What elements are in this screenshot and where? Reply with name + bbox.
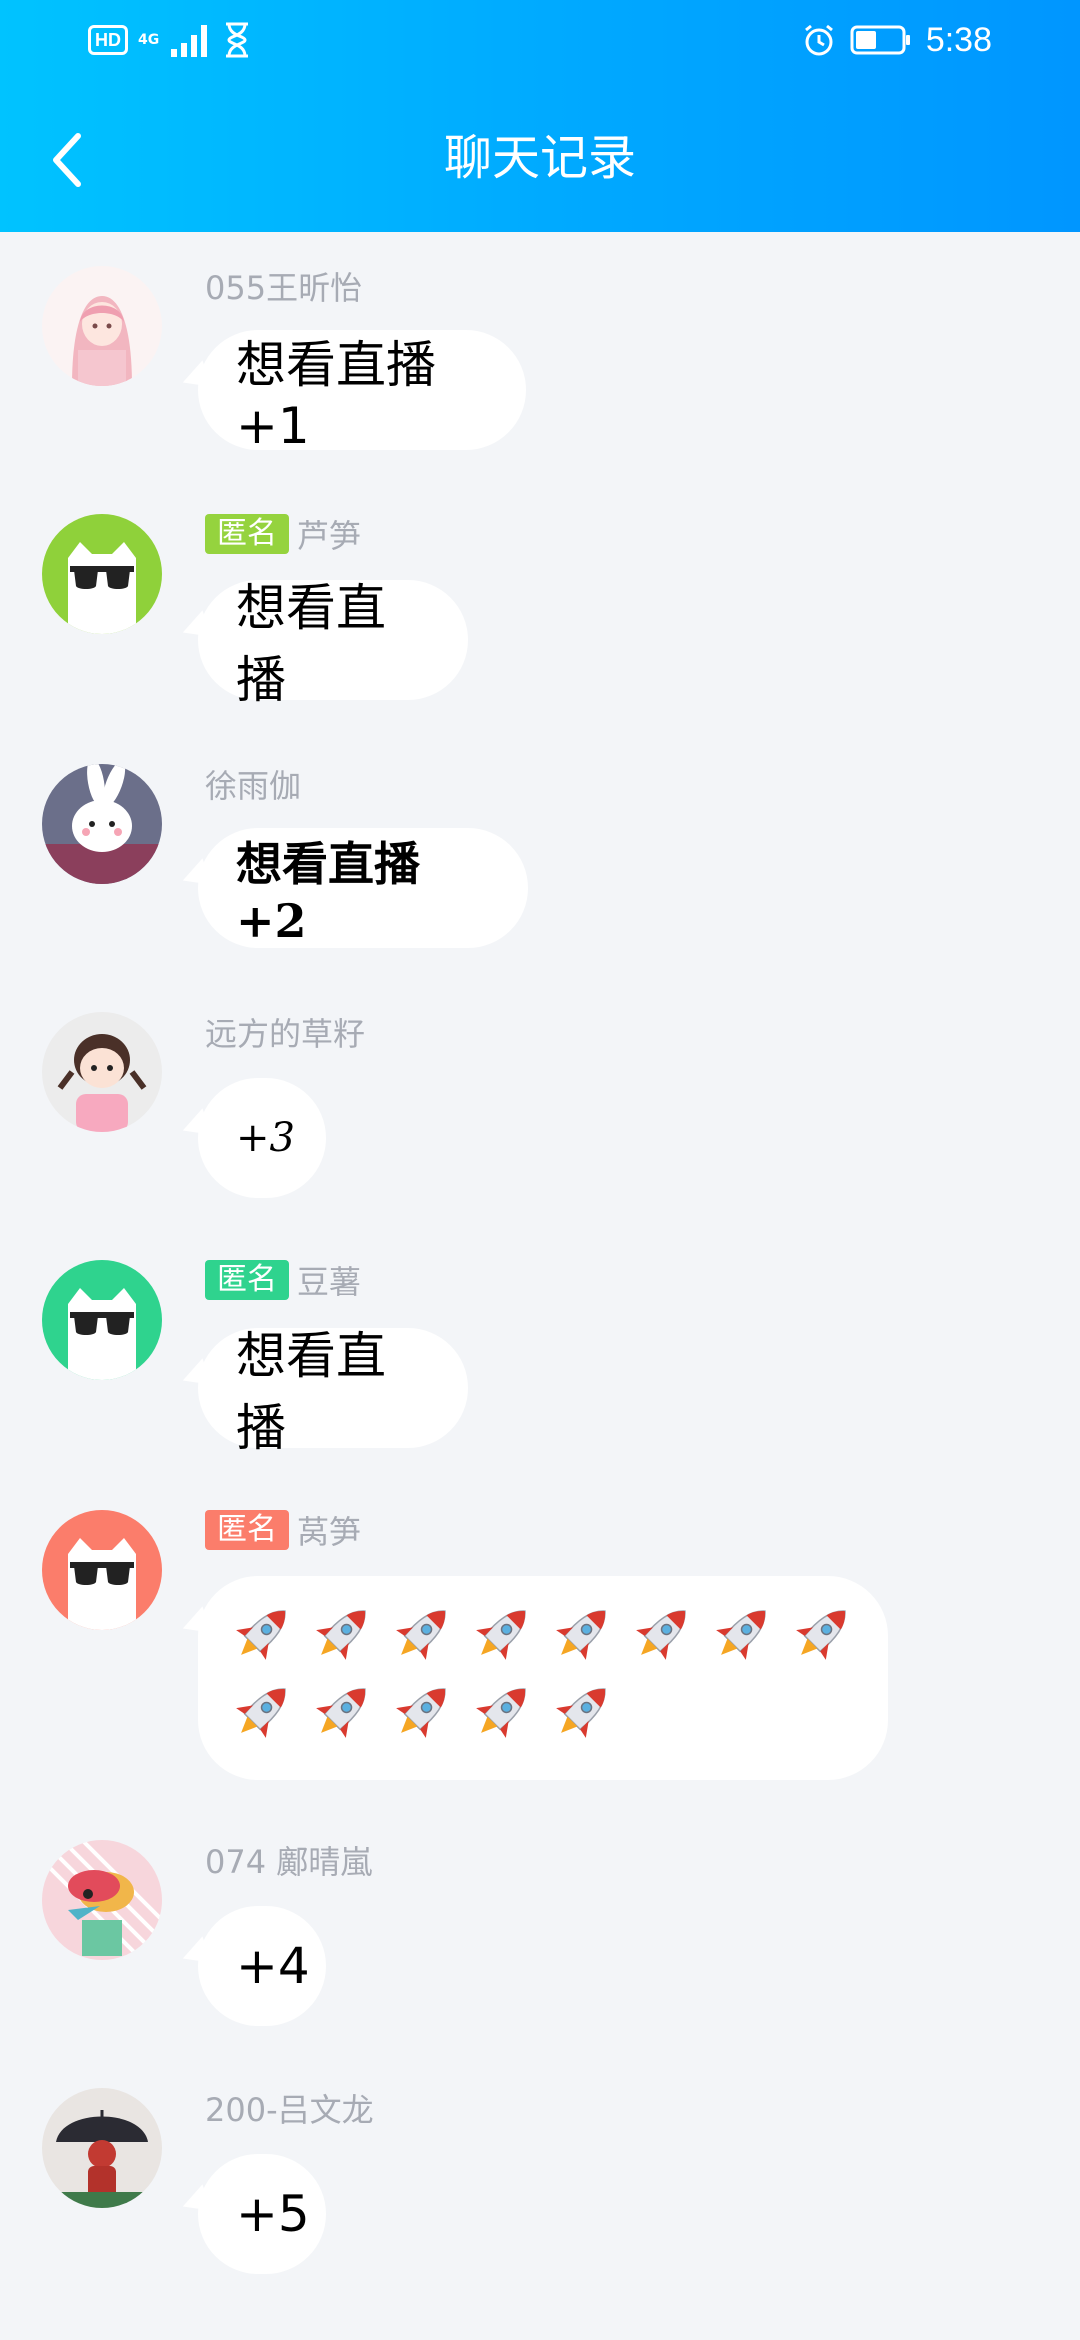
sender-name: 远方的草籽 (205, 1012, 366, 1053)
rocket-icon (236, 1688, 286, 1738)
page-title: 聊天记录 (443, 130, 636, 186)
message-bubble[interactable]: 想看直播 (198, 579, 468, 709)
avatar[interactable] (42, 764, 162, 884)
message-text: +4 (236, 1937, 310, 1995)
avatar[interactable] (42, 1840, 162, 1960)
rocket-icon (716, 1610, 766, 1660)
astronaut-umbrella-avatar (42, 2088, 162, 2208)
status-left: HD 4G (88, 18, 251, 62)
anonymous-badge: 匿名 (205, 1260, 289, 1300)
network-label: 4G (138, 32, 160, 48)
avatar[interactable] (42, 2088, 162, 2208)
message-bubble[interactable]: +3 (198, 1078, 326, 1198)
rocket-icon (556, 1688, 606, 1738)
girl-illustration-avatar (42, 266, 162, 386)
message-text: 想看直播 (236, 1327, 386, 1457)
network-type: 4G (138, 32, 159, 48)
rocket-icon (316, 1610, 366, 1660)
cartoon-duck-avatar (42, 1840, 162, 1960)
rocket-icon (316, 1688, 366, 1738)
sender-label: 远方的草籽 (205, 1015, 366, 1053)
message-text: 想看直播 (236, 579, 386, 709)
hourglass-icon (226, 22, 249, 58)
message-text: 想看直播+1 (236, 336, 436, 455)
sender-label: 徐雨伽 (205, 767, 302, 805)
sender-name: 匿名 莴笋 (205, 1510, 362, 1551)
sender-name: 055王昕怡 (205, 266, 363, 307)
status-bar: HD 4G 5:38 (0, 0, 1080, 80)
rocket-icon (396, 1688, 446, 1738)
status-right: 5:38 (802, 18, 992, 62)
sender-label: 芦笋 (297, 517, 362, 555)
rocket-icon (796, 1610, 846, 1660)
rocket-icon (556, 1610, 606, 1660)
message-bubble[interactable]: 想看直播 (198, 1327, 468, 1457)
message-bubble[interactable] (198, 1576, 888, 1780)
sender-name: 匿名 芦笋 (205, 514, 362, 555)
message-bubble[interactable]: 想看直播+1 (198, 330, 526, 455)
hd-badge: HD (88, 25, 128, 55)
sender-name: 074 鄺晴嵐 (205, 1840, 373, 1881)
message-text: +3 (236, 1115, 295, 1161)
sender-name: 200-吕文龙 (205, 2088, 374, 2129)
sunglasses-cat-avatar-green (42, 1260, 162, 1380)
clock-time: 5:38 (925, 20, 992, 59)
avatar[interactable] (42, 514, 162, 634)
message-bubble[interactable]: 想看直播+2 (198, 828, 528, 948)
anonymous-badge: 匿名 (205, 1510, 289, 1550)
message-text: 想看直播+2 (236, 837, 420, 948)
girl-braids-avatar (42, 1012, 162, 1132)
message-text: +5 (236, 2185, 310, 2243)
rocket-row (228, 1676, 858, 1746)
sunglasses-cat-avatar-coral (42, 1510, 162, 1630)
avatar[interactable] (42, 1260, 162, 1380)
alarm-icon (804, 24, 833, 56)
rocket-icon (476, 1688, 526, 1738)
message-bubble[interactable]: +4 (198, 1906, 326, 2026)
rocket-icon (476, 1610, 526, 1660)
rocket-icon (636, 1610, 686, 1660)
sender-label: 豆薯 (297, 1263, 362, 1301)
rabbit-avatar (42, 764, 162, 884)
rocket-icon (236, 1610, 286, 1660)
avatar[interactable] (42, 1510, 162, 1630)
sender-label: 055王昕怡 (205, 269, 363, 307)
signal-icon (171, 25, 208, 57)
anonymous-badge: 匿名 (205, 514, 289, 554)
sender-name: 徐雨伽 (205, 764, 302, 805)
sender-label: 074 鄺晴嵐 (205, 1843, 373, 1881)
sender-label: 莴笋 (297, 1513, 362, 1551)
avatar[interactable] (42, 1012, 162, 1132)
avatar[interactable] (42, 266, 162, 386)
app-header: HD 4G 5:38 聊天记录 (0, 0, 1080, 232)
battery-icon (850, 25, 910, 55)
sender-label: 200-吕文龙 (205, 2091, 374, 2129)
sender-name: 匿名 豆薯 (205, 1260, 362, 1301)
message-bubble[interactable]: +5 (198, 2154, 326, 2274)
rocket-row (228, 1598, 858, 1668)
rocket-icon (396, 1610, 446, 1660)
sunglasses-cat-avatar-lime (42, 514, 162, 634)
